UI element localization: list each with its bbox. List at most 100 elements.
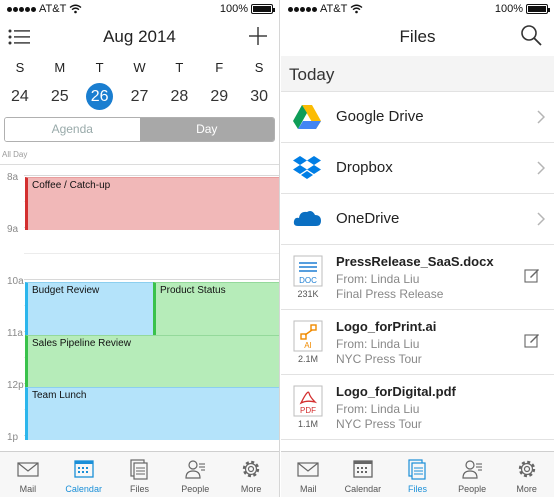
file-description: Final Press Release [336,287,444,301]
onedrive-icon [293,211,321,226]
plus-icon[interactable] [249,27,267,45]
tab-label: Calendar [344,484,382,494]
battery-icon [251,4,275,14]
service-dropbox[interactable]: Dropbox [281,143,554,194]
tab-label: Mail [300,484,317,494]
battery-label: 100% [219,3,248,15]
file-size: 231K [297,289,319,299]
battery-icon [526,4,550,14]
edit-icon[interactable] [524,267,540,283]
battery-level [528,6,546,12]
battery: 100% [219,3,275,15]
status-bar: AT&T 100% [281,0,554,18]
date-28[interactable]: 28 [159,82,199,112]
tab-label: Calendar [65,484,102,494]
calendar-icon [74,460,94,478]
edit-icon[interactable] [524,332,540,348]
tab-more[interactable]: More [499,452,554,497]
selected-date-circle: 26 [86,83,114,110]
agenda-tab[interactable]: Agenda [5,118,140,141]
section-title: Today [289,65,335,84]
page-title: Aug 2014 [103,27,176,46]
mail-icon [17,462,39,477]
day-grid[interactable]: 8a 9a 10a 11a 12p 1p Coffee / Catch-up B… [0,165,279,450]
search-icon[interactable] [520,24,542,46]
chevron-right-icon [537,110,545,124]
event-product-status[interactable]: Product Status [153,282,279,335]
tab-calendar[interactable]: Calendar [336,452,391,497]
event-team-lunch[interactable]: Team Lunch [25,387,279,440]
tab-mail[interactable]: Mail [281,452,336,497]
hour-label: 1p [7,432,19,443]
doc-file-icon: DOC [293,255,323,287]
carrier-label: AT&T [320,3,348,15]
file-row[interactable]: AI 2.1M Logo_forPrint.ai From: Linda Liu… [281,310,554,375]
people-icon [185,460,206,479]
weekday-label: T [175,60,184,75]
weekday-label: W [133,60,146,75]
file-size: 1.1M [297,419,318,429]
status-bar: AT&T 100% [0,0,279,18]
gear-icon [518,460,535,478]
file-name: Logo_forDigital.pdf [336,384,456,399]
weekday-label: T [95,60,104,75]
tab-people[interactable]: People [167,452,223,497]
service-google-drive[interactable]: Google Drive [281,92,554,143]
file-row[interactable]: PDF 1.1M Logo_forDigital.pdf From: Linda… [281,375,554,440]
date-row: 24 25 26 27 28 29 30 [0,82,279,112]
weekday-label: M [54,60,66,75]
file-name: PressRelease_SaaS.docx [336,254,494,269]
tab-mail[interactable]: Mail [0,452,56,497]
hour-line [24,279,279,280]
service-name: OneDrive [336,210,400,227]
file-sender: From: Linda Liu [336,402,420,416]
date-29[interactable]: 29 [199,82,239,112]
event-sales-pipeline-review[interactable]: Sales Pipeline Review [25,335,279,387]
calendar-screen: AT&T 100% Aug 2014 S M T W T F S 24 25 2… [0,0,279,497]
event-coffee-catch-up[interactable]: Coffee / Catch-up [25,177,279,230]
ai-file-icon: AI [293,320,323,352]
battery-level [253,6,271,12]
service-onedrive[interactable]: OneDrive [281,194,554,245]
files-icon [130,459,149,480]
carrier: AT&T [288,3,363,15]
wifi-icon [350,4,363,14]
calendar-icon [353,460,373,478]
chevron-right-icon [537,161,545,175]
date-25[interactable]: 25 [40,82,80,112]
tab-label: People [181,484,210,494]
file-description: NYC Press Tour [336,352,422,366]
files-icon [408,459,427,480]
file-row[interactable]: DOC 231K PressRelease_SaaS.docx From: Li… [281,245,554,310]
weekday-label: S [254,60,264,75]
hour-label: 12p [7,380,24,391]
event-budget-review[interactable]: Budget Review [25,282,153,335]
page-title: Files [399,27,436,46]
wifi-icon [69,4,82,14]
tab-files[interactable]: Files [112,452,168,497]
service-name: Dropbox [336,159,393,176]
dropbox-icon [293,156,321,179]
date-30[interactable]: 30 [239,82,279,112]
file-sender: From: Linda Liu [336,337,420,351]
battery-label: 100% [494,3,523,15]
date-24[interactable]: 24 [0,82,40,112]
tab-people[interactable]: People [445,452,500,497]
section-header: Today [281,56,554,92]
date-26-selected[interactable]: 26 [80,82,120,112]
tab-label: Files [407,484,427,494]
file-sender: From: Linda Liu [336,272,420,286]
people-icon [462,460,483,479]
google-drive-icon [293,105,321,129]
date-27[interactable]: 27 [120,82,160,112]
calendar-header: Aug 2014 [0,18,279,56]
tab-label: Mail [19,484,37,494]
svg-text:DOC: DOC [299,276,317,285]
tab-calendar[interactable]: Calendar [56,452,112,497]
service-name: Google Drive [336,108,424,125]
tab-files[interactable]: Files [390,452,445,497]
hour-label: 9a [7,224,19,235]
tab-more[interactable]: More [223,452,279,497]
tab-bar: Mail Calendar Files People More [281,451,554,497]
day-tab[interactable]: Day [139,118,274,141]
